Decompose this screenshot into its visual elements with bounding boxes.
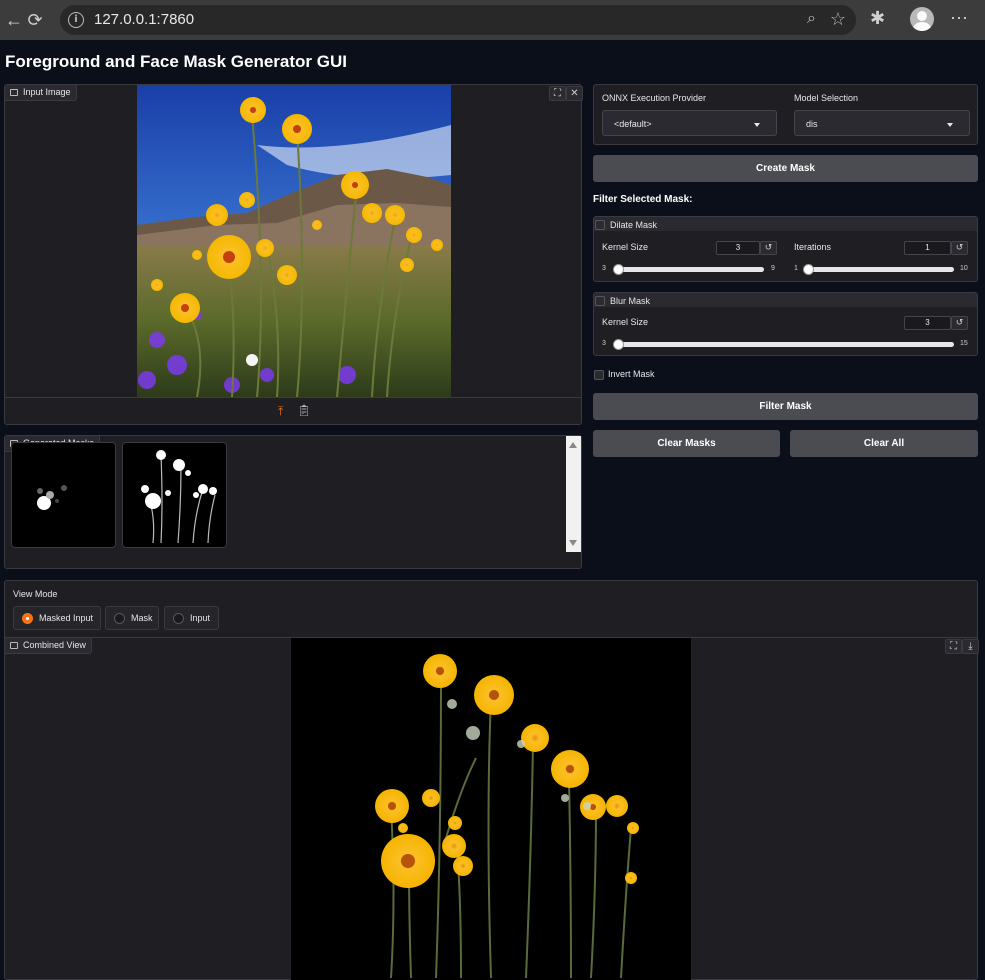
url-text: 127.0.0.1:7860: [94, 11, 195, 28]
filter-heading: Filter Selected Mask:: [593, 194, 693, 205]
fullscreen-icon[interactable]: ⛶: [945, 639, 962, 654]
blur-kernel-slider[interactable]: [614, 342, 954, 347]
mask-thumbnail[interactable]: [11, 442, 116, 548]
extensions-icon[interactable]: ✱: [870, 8, 885, 29]
reset-icon[interactable]: ↺: [951, 316, 968, 330]
blur-kernel-max: 15: [960, 340, 968, 347]
radio-input[interactable]: Input: [164, 606, 219, 630]
filter-mask-button[interactable]: Filter Mask: [593, 393, 978, 420]
download-icon[interactable]: ⤓: [962, 639, 979, 654]
scroll-up-icon[interactable]: [569, 442, 577, 448]
mask-thumbnail[interactable]: [122, 442, 227, 548]
dilate-iterations-input[interactable]: 1: [904, 241, 951, 255]
clear-all-button[interactable]: Clear All: [790, 430, 978, 457]
combined-image: [291, 638, 691, 980]
dilate-iterations-min: 1: [794, 265, 798, 272]
chevron-down-icon: [947, 123, 953, 127]
dilate-kernel-label: Kernel Size: [602, 242, 649, 252]
radio-mask[interactable]: Mask: [105, 606, 159, 630]
dilate-mask-panel: Dilate Mask Kernel Size 3 ↺ 3 9 Iteratio…: [593, 216, 978, 282]
reset-icon[interactable]: ↺: [760, 241, 777, 255]
bookmark-star-icon[interactable]: ☆: [830, 9, 846, 30]
dilate-title: Dilate Mask: [610, 220, 658, 230]
radio-dot: [22, 613, 33, 624]
dilate-kernel-max: 9: [771, 265, 775, 272]
combined-view: Combined View ⛶ ⤓: [5, 637, 979, 980]
browser-menu-icon[interactable]: ⋯: [950, 8, 968, 29]
blur-kernel-min: 3: [602, 340, 606, 347]
slider-thumb[interactable]: [613, 339, 624, 350]
model-value: dis: [806, 119, 818, 129]
input-image-label: Input Image: [5, 85, 77, 101]
image-icon: [10, 642, 18, 649]
provider-label: ONNX Execution Provider: [602, 93, 707, 103]
address-bar[interactable]: i 127.0.0.1:7860 ⌕ ☆: [60, 5, 856, 35]
page-title: Foreground and Face Mask Generator GUI: [5, 52, 347, 71]
provider-dropdown[interactable]: <default>: [602, 110, 777, 136]
input-image: [137, 85, 451, 398]
reload-icon[interactable]: ⟳: [23, 8, 47, 32]
dilate-iterations-slider[interactable]: [804, 267, 954, 272]
model-dropdown[interactable]: dis: [794, 110, 970, 136]
dilate-kernel-slider[interactable]: [614, 267, 764, 272]
radio-dot: [114, 613, 125, 624]
clear-masks-button[interactable]: Clear Masks: [593, 430, 780, 457]
chevron-down-icon: [754, 123, 760, 127]
settings-panel: ONNX Execution Provider <default> Model …: [593, 84, 978, 145]
scroll-down-icon[interactable]: [569, 540, 577, 546]
generated-masks-panel: Generated Masks: [4, 435, 582, 569]
zoom-icon[interactable]: ⌕: [807, 10, 816, 28]
radio-masked-input[interactable]: Masked Input: [13, 606, 101, 630]
slider-thumb[interactable]: [803, 264, 814, 275]
dilate-kernel-input[interactable]: 3: [716, 241, 760, 255]
browser-toolbar: ← ⟳ i 127.0.0.1:7860 ⌕ ☆ ✱ ⋯: [0, 0, 985, 40]
invert-checkbox[interactable]: [594, 370, 604, 380]
blur-kernel-label: Kernel Size: [602, 317, 649, 327]
combined-view-label: Combined View: [5, 638, 92, 654]
create-mask-button[interactable]: Create Mask: [593, 155, 978, 182]
blur-title: Blur Mask: [610, 296, 651, 306]
radio-dot: [173, 613, 184, 624]
slider-thumb[interactable]: [613, 264, 624, 275]
blur-kernel-input[interactable]: 3: [904, 316, 951, 330]
upload-icon[interactable]: ⤒: [278, 404, 283, 419]
image-icon: [10, 89, 18, 96]
reset-icon[interactable]: ↺: [951, 241, 968, 255]
site-info-icon[interactable]: i: [68, 12, 84, 28]
close-icon[interactable]: ✕: [566, 86, 583, 101]
dilate-iterations-max: 10: [960, 265, 968, 272]
input-image-panel[interactable]: Input Image ⛶ ✕ ⤒ 📋︎: [4, 84, 583, 425]
dilate-checkbox[interactable]: [595, 220, 605, 230]
dilate-kernel-min: 3: [602, 265, 606, 272]
view-mode-label: View Mode: [13, 589, 58, 599]
blur-checkbox[interactable]: [595, 296, 605, 306]
blur-mask-panel: Blur Mask Kernel Size 3 ↺ 3 15: [593, 292, 978, 356]
model-label: Model Selection: [794, 93, 859, 103]
view-panel: View Mode Masked Input Mask Input Combin…: [4, 580, 979, 980]
clipboard-icon[interactable]: 📋︎: [297, 404, 311, 417]
fullscreen-icon[interactable]: ⛶: [549, 86, 566, 101]
invert-label: Invert Mask: [608, 369, 655, 379]
masks-scrollbar[interactable]: [566, 436, 581, 552]
provider-value: <default>: [614, 119, 652, 129]
dilate-iterations-label: Iterations: [794, 242, 832, 252]
profile-avatar[interactable]: [910, 7, 934, 31]
